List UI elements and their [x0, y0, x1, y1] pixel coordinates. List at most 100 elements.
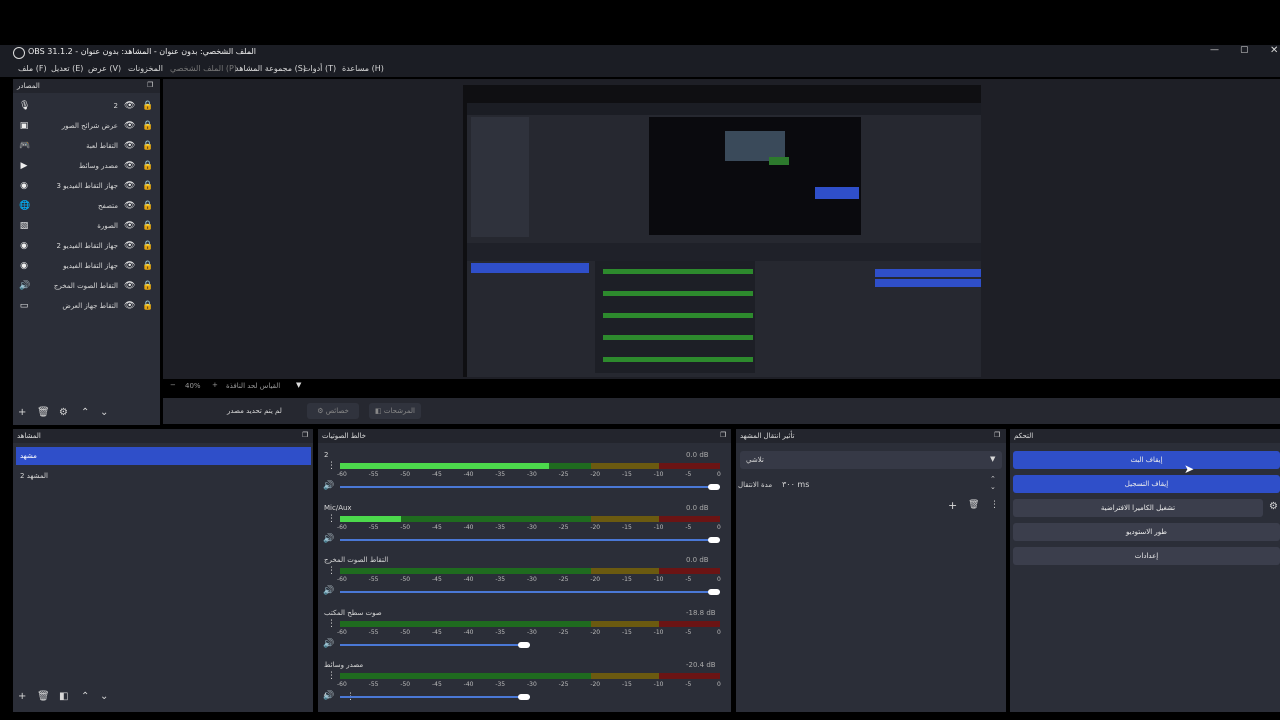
speaker-icon[interactable]: 🔊: [323, 691, 334, 701]
duration-input[interactable]: ٣٠٠ ms ⌃ ⌄: [776, 475, 1002, 493]
settings-button[interactable]: إعدادات: [1013, 547, 1280, 565]
lock-icon[interactable]: 🔒: [142, 261, 153, 271]
scene-down-button[interactable]: ⌄: [100, 691, 108, 702]
volume-knob[interactable]: [708, 589, 720, 595]
source-item[interactable]: 🌐 متصفح 👁 🔒: [13, 196, 158, 216]
lock-icon[interactable]: 🔒: [142, 141, 153, 151]
spin-up-icon[interactable]: ⌃: [990, 475, 996, 483]
move-down-button[interactable]: ⌄: [100, 407, 108, 418]
source-settings-button[interactable]: ⚙: [59, 407, 68, 418]
eye-icon[interactable]: 👁: [124, 281, 135, 291]
menu-edit[interactable]: تعديل (E): [51, 64, 83, 73]
undock-icon[interactable]: ❐: [147, 81, 153, 89]
channel-menu-icon[interactable]: ⋮: [327, 619, 336, 629]
speaker-icon[interactable]: 🔊: [323, 639, 334, 649]
menu-view[interactable]: عرض (V): [88, 64, 121, 73]
add-scene-button[interactable]: +: [18, 691, 26, 702]
eye-icon[interactable]: 👁: [124, 121, 135, 131]
volume-knob[interactable]: [518, 694, 530, 700]
speaker-icon[interactable]: 🔊: [323, 481, 334, 491]
source-item[interactable]: ◉ جهاز التقاط الفيديو 👁 🔒: [13, 256, 158, 276]
stop-recording-button[interactable]: إيقاف التسجيل: [1013, 475, 1280, 493]
eye-icon[interactable]: 👁: [124, 241, 135, 251]
volume-slider[interactable]: [340, 696, 530, 698]
studio-mode-button[interactable]: طور الاستوديو: [1013, 523, 1280, 541]
menu-scene-collection[interactable]: مجموعة المشاهد (S): [235, 64, 306, 73]
undock-icon[interactable]: ❐: [994, 431, 1000, 439]
scene-up-button[interactable]: ⌃: [81, 691, 89, 702]
channel-menu-icon[interactable]: ⋮: [327, 671, 336, 681]
virtual-camera-button[interactable]: تشغيل الكاميرا الافتراضية: [1013, 499, 1263, 517]
menu-tools[interactable]: أدوات (T): [303, 64, 336, 73]
eye-icon[interactable]: 👁: [124, 221, 135, 231]
remove-scene-button[interactable]: 🗑: [37, 691, 50, 702]
add-source-button[interactable]: +: [18, 407, 26, 418]
source-item[interactable]: ◉ جهاز التقاط الفيديو 2 👁 🔒: [13, 236, 158, 256]
stop-stream-button[interactable]: إيقاف البث: [1013, 451, 1280, 469]
channel-menu-icon[interactable]: ⋮: [327, 461, 336, 471]
lock-icon[interactable]: 🔒: [142, 201, 153, 211]
eye-icon[interactable]: 👁: [124, 161, 135, 171]
menu-docks[interactable]: المخزونات: [128, 64, 163, 73]
volume-knob[interactable]: [708, 484, 720, 490]
eye-icon[interactable]: 👁: [124, 141, 135, 151]
source-item[interactable]: ▧ الصورة 👁 🔒: [13, 216, 158, 236]
undock-icon[interactable]: ❐: [720, 431, 726, 439]
lock-icon[interactable]: 🔒: [142, 101, 153, 111]
remove-source-button[interactable]: 🗑: [37, 407, 50, 418]
source-item[interactable]: 🎙 2 👁 🔒: [13, 96, 158, 116]
volume-knob[interactable]: [708, 536, 720, 543]
preview-area[interactable]: − 40% + القياس لحد النافذة ▼: [163, 79, 1280, 390]
eye-icon[interactable]: 👁: [124, 301, 135, 311]
volume-slider[interactable]: [340, 643, 530, 646]
volume-knob[interactable]: [518, 641, 530, 648]
eye-icon[interactable]: 👁: [124, 101, 135, 111]
zoom-mode[interactable]: القياس لحد النافذة: [226, 382, 280, 390]
transition-select[interactable]: تلاشي ▼: [740, 451, 1002, 469]
close-button[interactable]: ✕: [1270, 45, 1278, 56]
lock-icon[interactable]: 🔒: [142, 301, 153, 311]
eye-icon[interactable]: 👁: [124, 261, 135, 271]
eye-icon[interactable]: 👁: [124, 201, 135, 211]
source-item[interactable]: ▶ مصدر وسائط 👁 🔒: [13, 156, 158, 176]
scene-filters-button[interactable]: ◧: [59, 691, 68, 702]
move-up-button[interactable]: ⌃: [81, 407, 89, 418]
menu-help[interactable]: مساعدة (H): [342, 64, 384, 73]
scene-item-active[interactable]: مشهد: [16, 447, 311, 465]
volume-slider[interactable]: [340, 486, 720, 488]
virtual-camera-settings-icon[interactable]: ⚙: [1269, 501, 1278, 512]
channel-menu-icon[interactable]: ⋮: [327, 514, 336, 524]
lock-icon[interactable]: 🔒: [142, 181, 153, 191]
scene-item[interactable]: المشهد 2: [16, 467, 311, 485]
zoom-dropdown-icon[interactable]: ▼: [296, 381, 301, 389]
source-item[interactable]: 🎮 التقاط لعبة 👁 🔒: [13, 136, 158, 156]
zoom-out-button[interactable]: −: [170, 381, 176, 389]
transition-menu-icon[interactable]: ⋮: [990, 500, 999, 510]
add-transition-button[interactable]: +: [948, 499, 957, 512]
lock-icon[interactable]: 🔒: [142, 221, 153, 231]
eye-icon[interactable]: 👁: [124, 181, 135, 191]
source-item[interactable]: ◉ جهاز التقاط الفيديو 3 👁 🔒: [13, 176, 158, 196]
filters-button[interactable]: ◧ المرشحات: [369, 403, 421, 419]
spin-down-icon[interactable]: ⌄: [990, 483, 996, 491]
lock-icon[interactable]: 🔒: [142, 241, 153, 251]
channel-menu-icon[interactable]: ⋮: [327, 566, 336, 576]
remove-transition-button[interactable]: 🗑: [968, 500, 979, 510]
minimize-button[interactable]: —: [1210, 45, 1219, 55]
volume-slider[interactable]: [340, 591, 720, 593]
properties-button[interactable]: ⚙ خصائص: [307, 403, 359, 419]
menu-file[interactable]: ملف (F): [18, 64, 47, 73]
speaker-icon[interactable]: 🔊: [323, 534, 334, 544]
source-item[interactable]: 🔊 التقاط الصوت المخرج 👁 🔒: [13, 276, 158, 296]
lock-icon[interactable]: 🔒: [142, 161, 153, 171]
speaker-icon[interactable]: 🔊: [323, 586, 334, 596]
volume-slider[interactable]: [340, 538, 720, 541]
lock-icon[interactable]: 🔒: [142, 281, 153, 291]
source-item[interactable]: ▣ عرض شرائح الصور 👁 🔒: [13, 116, 158, 136]
lock-icon[interactable]: 🔒: [142, 121, 153, 131]
source-item[interactable]: ▭ التقاط جهاز العرض 👁 🔒: [13, 296, 158, 316]
undock-icon[interactable]: ❐: [302, 431, 308, 439]
maximize-button[interactable]: ▢: [1240, 45, 1249, 55]
menu-profile[interactable]: الملف الشخصي (P): [170, 64, 237, 73]
zoom-in-button[interactable]: +: [212, 381, 218, 389]
